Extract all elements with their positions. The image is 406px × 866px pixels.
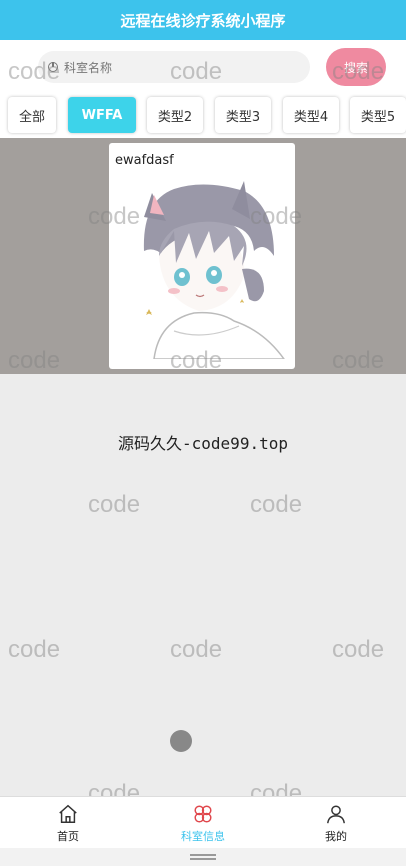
department-image	[114, 181, 290, 359]
watermark: code	[250, 491, 303, 518]
clover-icon	[194, 805, 212, 823]
tab-type2[interactable]: 类型2	[147, 97, 203, 133]
footnote-text: 源码久久-code99.top	[118, 434, 288, 453]
tab-all[interactable]: 全部	[8, 97, 56, 133]
tabbar-mine[interactable]: 我的	[296, 803, 376, 847]
department-list: ewafdasf	[0, 138, 406, 374]
search-row: 科室名称 搜索	[0, 40, 406, 94]
floating-button[interactable]	[170, 730, 192, 752]
search-button[interactable]: 搜索	[326, 48, 386, 86]
tabbar-department[interactable]: 科室信息	[163, 803, 243, 847]
tabbar-label: 我的	[325, 830, 347, 843]
watermark: code	[88, 491, 141, 518]
app-title: 远程在线诊疗系统小程序	[120, 11, 286, 30]
search-input[interactable]: 科室名称	[38, 51, 310, 83]
tabbar-label: 科室信息	[181, 830, 225, 843]
user-icon	[327, 805, 345, 824]
department-card[interactable]: ewafdasf	[109, 143, 295, 369]
watermark: code	[170, 636, 223, 663]
watermark: code	[8, 636, 61, 663]
tab-type5[interactable]: 类型5	[350, 97, 406, 133]
home-indicator	[0, 848, 406, 866]
tabbar-label: 首页	[57, 830, 79, 843]
home-icon	[59, 804, 77, 823]
tab-type4[interactable]: 类型4	[283, 97, 339, 133]
tab-type3[interactable]: 类型3	[215, 97, 271, 133]
department-name: ewafdasf	[115, 153, 174, 168]
bottom-tabbar: 首页 科室信息 我的	[0, 796, 406, 848]
app-title-bar: 远程在线诊疗系统小程序	[0, 0, 406, 40]
tab-wffa[interactable]: WFFA	[68, 97, 136, 133]
watermark: code	[332, 636, 385, 663]
tabbar-home[interactable]: 首页	[28, 803, 108, 847]
search-placeholder: 科室名称	[64, 60, 113, 75]
info-icon	[48, 62, 58, 72]
category-tabs: 全部 WFFA 类型2 类型3 类型4 类型5	[0, 94, 406, 138]
